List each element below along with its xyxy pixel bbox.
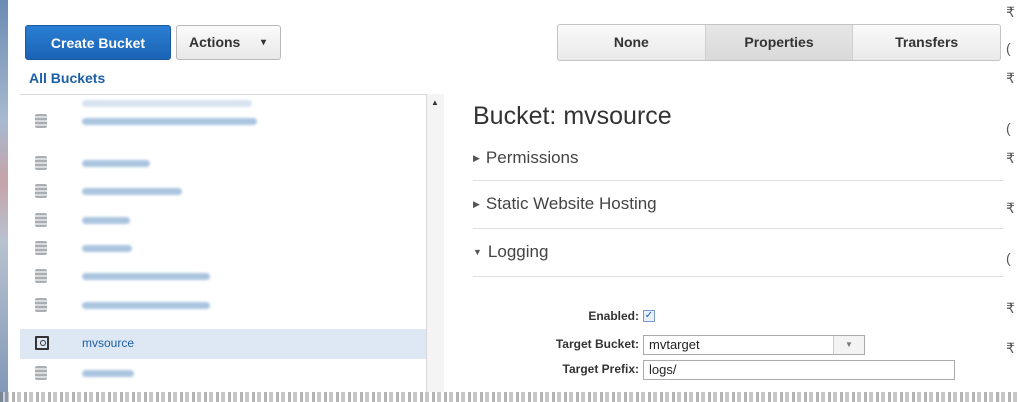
target-bucket-select[interactable]: mvtarget ▼ [643, 335, 865, 355]
tab-none[interactable]: None [558, 25, 706, 60]
toolbar: Create Bucket Actions ▾ None Properties … [10, 0, 1002, 66]
section-label: Permissions [485, 148, 579, 167]
target-prefix-label: Target Prefix: [562, 362, 639, 376]
bucket-name-redacted [82, 370, 134, 377]
triangle-right-icon: ▶ [473, 153, 480, 163]
bucket-icon [35, 184, 47, 198]
chevron-down-icon[interactable]: ▼ [833, 336, 864, 354]
bucket-name-redacted [82, 245, 132, 252]
create-bucket-button[interactable]: Create Bucket [25, 25, 171, 60]
section-static-website-hosting[interactable]: ▶ Static Website Hosting [473, 194, 1003, 214]
list-item[interactable] [20, 107, 436, 137]
enabled-label: Enabled: [588, 309, 639, 323]
list-item[interactable] [20, 206, 436, 236]
scroll-up-arrow-icon[interactable]: ▲ [431, 98, 439, 107]
section-permissions[interactable]: ▶ Permissions [473, 148, 1003, 168]
chevron-down-icon: ▾ [260, 37, 266, 48]
bucket-list-scrollbar[interactable]: ▲ [426, 94, 444, 392]
actions-label: Actions [189, 34, 241, 50]
divider [473, 276, 1003, 277]
tab-transfers[interactable]: Transfers [853, 25, 1000, 60]
bucket-name-redacted [82, 100, 252, 107]
list-item[interactable] [20, 234, 436, 264]
enabled-checkbox[interactable]: ✓ [643, 310, 655, 322]
list-item[interactable] [20, 149, 436, 179]
bucket-list: mvsource [20, 94, 436, 393]
divider [473, 180, 1003, 181]
list-item[interactable] [20, 359, 436, 389]
torn-edge [0, 392, 1018, 402]
section-label: Logging [487, 242, 549, 261]
target-bucket-label: Target Bucket: [555, 337, 639, 351]
bucket-name-redacted [82, 160, 150, 167]
bucket-icon [35, 298, 47, 312]
target-bucket-value: mvtarget [649, 337, 700, 352]
triangle-down-icon: ▼ [473, 247, 482, 257]
page-title: Bucket: mvsource [473, 102, 672, 130]
list-item-selected[interactable]: mvsource [20, 329, 436, 359]
s3-console: Create Bucket Actions ▾ None Properties … [10, 0, 1003, 393]
bucket-icon [35, 366, 47, 380]
triangle-right-icon: ▶ [473, 199, 480, 209]
bucket-icon [35, 213, 47, 227]
view-toggle: None Properties Transfers [557, 24, 1001, 61]
bucket-properties-panel: Bucket: mvsource ▶ Permissions ▶ Static We… [458, 94, 1003, 392]
bucket-icon [35, 269, 47, 283]
target-prefix-input[interactable]: logs/ [643, 360, 955, 380]
list-item[interactable] [20, 177, 436, 207]
bucket-name-redacted [82, 273, 210, 280]
list-item[interactable] [20, 291, 436, 321]
bucket-name-redacted [82, 188, 182, 195]
section-label: Static Website Hosting [485, 194, 657, 213]
divider [473, 228, 1003, 229]
bucket-icon [35, 156, 47, 170]
magnifier-bucket-icon [35, 336, 49, 350]
bucket-name-redacted [82, 217, 130, 224]
bucket-name-redacted [82, 118, 257, 125]
actions-button[interactable]: Actions ▾ [176, 25, 281, 60]
section-logging[interactable]: ▼ Logging [473, 242, 1003, 262]
bucket-icon [35, 241, 47, 255]
bucket-icon [35, 114, 47, 128]
bucket-name-redacted [82, 302, 210, 309]
window-edge-left [0, 0, 8, 402]
all-buckets-breadcrumb[interactable]: All Buckets [29, 70, 105, 86]
bucket-name: mvsource [82, 336, 135, 350]
list-item[interactable] [20, 262, 436, 292]
tab-properties[interactable]: Properties [705, 25, 854, 60]
